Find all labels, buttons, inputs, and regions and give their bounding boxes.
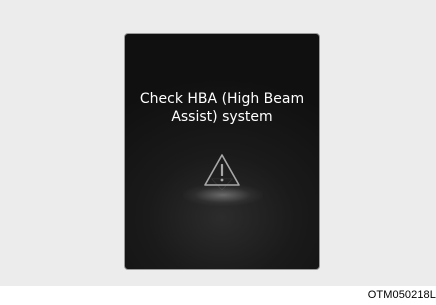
warning-message: Check HBA (High Beam Assist) system [125,90,319,126]
warning-triangle-icon [204,154,240,186]
warning-message-line-2: Assist) system [171,109,273,125]
figure-code: OTM050218L [367,289,436,301]
cluster-display: Check HBA (High Beam Assist) system [124,33,320,270]
warning-message-line-1: Check HBA (High Beam [139,91,305,107]
